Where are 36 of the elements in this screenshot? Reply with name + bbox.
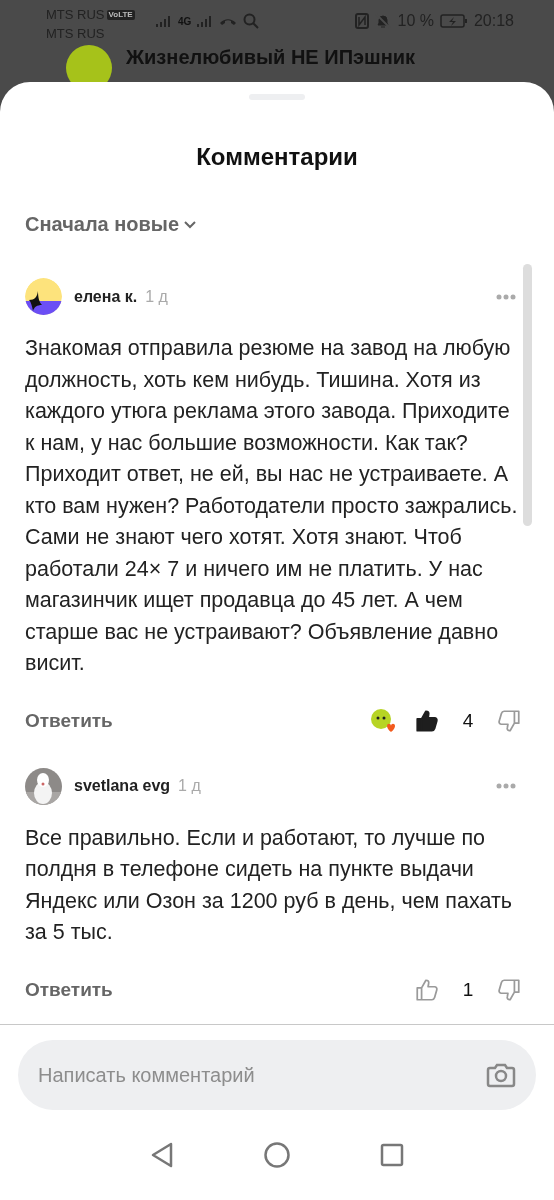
missed-call-icon [219,17,238,25]
signal-icon [197,14,214,28]
comment-age: 1 д [145,287,168,306]
author-name[interactable]: svetlana evg [74,777,171,795]
thumbs-up-icon[interactable] [414,976,440,1003]
back-icon[interactable] [150,1142,174,1168]
recent-apps-icon[interactable] [380,1143,404,1167]
sort-dropdown[interactable]: Сначала новые [25,213,198,236]
like-count: 4 [461,709,475,732]
thumbs-down-icon[interactable] [496,707,522,734]
volte-badge: VoLTE [106,9,135,20]
comment-age: 1 д [178,777,201,795]
search-icon [243,13,260,29]
channel-title: Жизнелюбивый НЕ ИПэшник [126,45,416,69]
network-type: 4G [178,15,192,27]
home-icon[interactable] [264,1142,290,1168]
comment-text: Знакомая отправила резюме на завод на любую должность, хоть кем нибудь. Тишина. Хотя из каждого утюга реклама этого завода. Приходите к нам, у нас большие возможности. Как так? Приходит ответ, не ей, вы нас не устраиваете. А кто вам нужен? Работодатели просто зажрались. Сами не знают чего хотят. Хотя знают. Чтоб работали 24× 7 и ничего им не платить. У нас магазинчик ищет продавца до 45 лет. А чем старше вас не устраивают? Объявление давно висит. [25,335,519,677]
nfc-icon [355,13,370,29]
scrollbar[interactable] [523,264,532,526]
signal-icon [156,14,172,28]
sheet-title: Комментарии [195,143,359,171]
author-name[interactable]: елена к. [74,287,138,306]
reaction-icon[interactable] [370,707,396,734]
battery-charging-icon [439,13,468,29]
thumbs-down-icon[interactable] [496,976,522,1003]
camera-icon[interactable] [486,1061,516,1089]
avatar-icon [25,278,62,315]
reply-button[interactable]: Ответить [25,709,113,732]
more-icon[interactable] [496,293,516,300]
like-count: 1 [461,978,475,1001]
chevron-down-icon [183,219,198,230]
thumbs-up-icon[interactable] [414,707,440,734]
more-icon[interactable] [496,783,516,789]
muted-bell-icon [375,13,392,29]
reply-button[interactable]: Ответить [25,978,113,1001]
comment-text: Все правильно. Если и работают, то лучше по полдня в телефоне сидеть на пункте выдачи Яндекс или Озон за 1200 руб в день, чем пахать за 5 тыс. [25,824,513,946]
